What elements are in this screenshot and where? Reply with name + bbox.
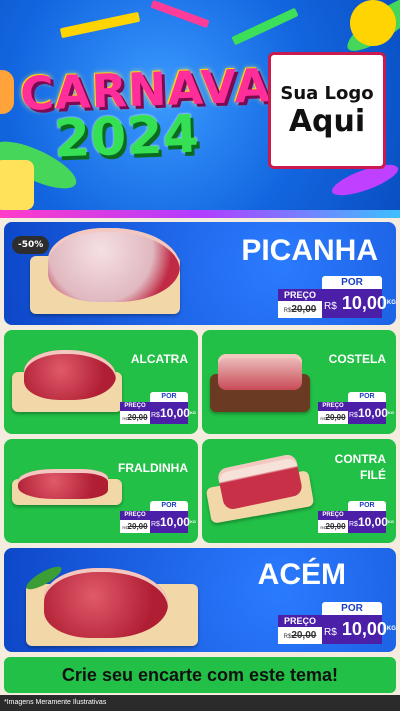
color-stripe [0, 210, 400, 218]
year-title: 2024 [52, 104, 200, 170]
old-price-value: 20,00 [325, 413, 346, 422]
logo-placeholder: Sua Logo Aqui [268, 52, 386, 169]
carnival-header: CARNAVAL 2024 Sua Logo Aqui [0, 0, 400, 214]
product-name: PICANHA [241, 234, 378, 267]
por-label: POR [150, 501, 188, 511]
guitar [0, 70, 14, 114]
cta-banner: Crie seu encarte com este tema! [4, 657, 396, 693]
old-price: R$20,00 [318, 411, 348, 424]
old-price-value: 20,00 [325, 522, 346, 531]
logo-text-line1: Sua Logo [280, 82, 374, 104]
price-value: 10,00 [159, 406, 190, 420]
unit: KG [387, 519, 394, 524]
product-name: CONTRA FILÉ [334, 452, 386, 482]
fraldinha-image [18, 469, 108, 499]
product-card-fraldinha: FRALDINHA POR PREÇO R$20,00 R$10,00KG [4, 439, 198, 543]
product-name: ACÉM [257, 558, 346, 591]
currency: R$ [324, 301, 337, 312]
unit: KG [189, 519, 196, 524]
disclaimer-text: *Imagens Meramente Ilustrativas [0, 695, 400, 711]
product-card-contra-file: CONTRA FILÉ POR PREÇO R$20,00 R$10,00KG [202, 439, 396, 543]
product-name: ALCATRA [130, 352, 188, 366]
preco-label: PREÇO [278, 615, 322, 627]
picanha-image [48, 228, 180, 302]
old-price: R$20,00 [278, 627, 322, 644]
costela-image [218, 354, 302, 390]
current-price: R$10,00KG [150, 402, 196, 424]
old-price-value: 20,00 [127, 522, 148, 531]
confetti [59, 11, 141, 39]
price-value: 10,00 [159, 515, 190, 529]
preco-label: PREÇO [120, 511, 150, 520]
logo-text-line2: Aqui [288, 103, 366, 139]
currency: R$ [151, 521, 160, 528]
product-name: FRALDINHA [118, 461, 188, 475]
unit: KG [189, 410, 196, 415]
old-price: R$20,00 [278, 301, 322, 318]
current-price: R$10,00KG [150, 511, 196, 533]
product-card-costela: COSTELA POR PREÇO R$20,00 R$10,00KG [202, 330, 396, 434]
old-price-value: 20,00 [291, 630, 317, 641]
currency: R$ [324, 627, 337, 638]
product-card-picanha: -50% PICANHA POR PREÇO R$20,00 R$ 10,00K… [4, 222, 396, 325]
yellow-balloon [350, 0, 396, 46]
unit: KG [386, 300, 396, 306]
currency: R$ [349, 521, 358, 528]
por-label: POR [150, 392, 188, 402]
old-price-value: 20,00 [291, 304, 317, 315]
preco-label: PREÇO [278, 289, 322, 301]
por-label: POR [348, 501, 386, 511]
price-value: 10,00 [357, 515, 388, 529]
unit: KG [386, 626, 396, 632]
acem-image [44, 568, 168, 638]
drum [0, 160, 34, 210]
old-price: R$20,00 [318, 520, 348, 533]
old-price: R$20,00 [120, 411, 150, 424]
preco-label: PREÇO [318, 511, 348, 520]
por-label: POR [322, 276, 382, 289]
old-price: R$20,00 [120, 520, 150, 533]
confetti [150, 0, 210, 29]
por-label: POR [348, 392, 386, 402]
current-price: R$ 10,00KG [322, 615, 396, 644]
confetti [231, 7, 299, 46]
old-price-value: 20,00 [127, 413, 148, 422]
product-name: COSTELA [328, 352, 386, 366]
price-value: 10,00 [341, 619, 387, 639]
price-value: 10,00 [357, 406, 388, 420]
preco-label: PREÇO [120, 402, 150, 411]
current-price: R$10,00KG [348, 402, 394, 424]
price-value: 10,00 [341, 293, 387, 313]
currency: R$ [151, 412, 160, 419]
por-label: POR [322, 602, 382, 615]
current-price: R$10,00KG [348, 511, 394, 533]
product-card-acem: ACÉM POR PREÇO R$20,00 R$ 10,00KG [4, 548, 396, 652]
preco-label: PREÇO [318, 402, 348, 411]
discount-badge: -50% [12, 236, 50, 254]
product-card-alcatra: ALCATRA POR PREÇO R$20,00 R$10,00KG [4, 330, 198, 434]
alcatra-image [24, 350, 116, 400]
current-price: R$ 10,00KG [322, 289, 396, 318]
currency: R$ [349, 412, 358, 419]
unit: KG [387, 410, 394, 415]
